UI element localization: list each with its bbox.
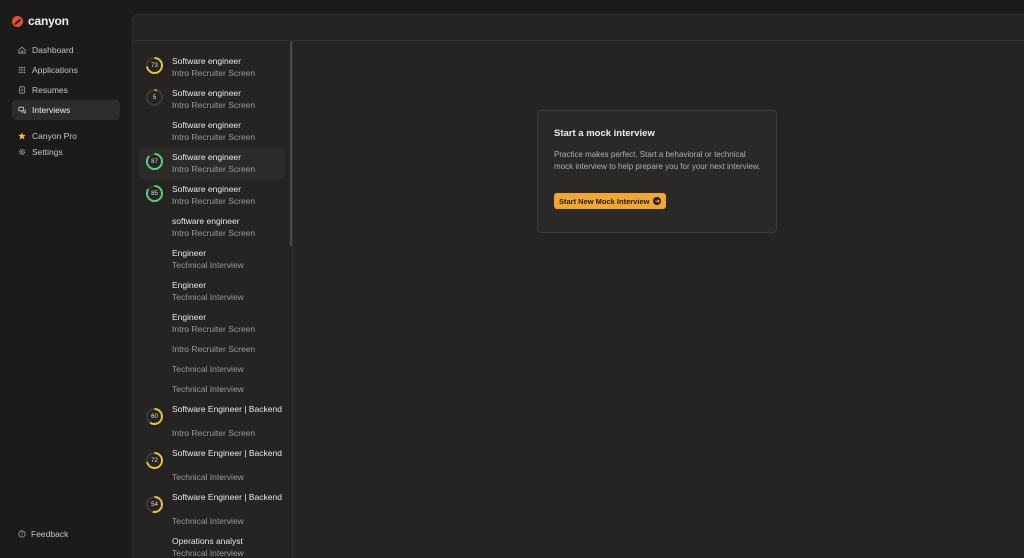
interview-type: Technical Interview <box>172 472 244 482</box>
score-value: 5 <box>148 91 161 104</box>
interview-title: Engineer <box>172 280 207 290</box>
score-ring: 72 <box>146 452 163 469</box>
interview-list-item[interactable]: 54 Software Engineer | Backend Technical I… <box>139 487 285 531</box>
star-icon <box>18 132 26 140</box>
canyon-logo-icon <box>12 15 23 27</box>
main-panel: 73 Software engineer Intro Recruiter Scree… <box>132 14 1024 558</box>
interview-title: Software engineer <box>172 184 241 194</box>
help-circle-icon: ? <box>18 530 26 538</box>
score-value: 72 <box>148 454 161 467</box>
feedback-link[interactable]: ? Feedback <box>18 529 68 539</box>
interview-list-item[interactable]: Engineer Intro Recruiter Screen <box>139 307 285 339</box>
interview-list-item[interactable]: software engineer Intro Recruiter Screen <box>139 211 285 243</box>
secondary-nav: Canyon Pro Settings <box>12 128 120 160</box>
card-description: Practice makes perfect. Start a behavior… <box>554 150 761 171</box>
interview-list-item[interactable]: Operations analyst Technical Interview <box>139 531 285 558</box>
feedback-label: Feedback <box>31 529 69 539</box>
document-icon <box>18 86 26 94</box>
score-ring: 73 <box>146 57 163 74</box>
score-ring: 85 <box>146 185 163 202</box>
interview-type: Technical Interview <box>172 292 244 302</box>
interview-type: Intro Recruiter Screen <box>172 132 256 142</box>
interview-title: Operations analyst <box>172 536 243 546</box>
interview-title: Software Engineer | Backend <box>172 448 282 458</box>
interview-type: Intro Recruiter Screen <box>172 196 256 206</box>
chat-icon <box>18 106 26 114</box>
interview-title: Software engineer <box>172 56 241 66</box>
mock-interview-card: Start a mock interview Practice makes pe… <box>537 110 777 233</box>
interview-title: Software engineer <box>172 120 241 130</box>
grid-icon <box>18 66 26 74</box>
sidebar-item-label: Applications <box>32 65 78 75</box>
interview-list-item[interactable]: Engineer Technical Interview <box>139 243 285 275</box>
score-ring: 54 <box>146 496 163 513</box>
interview-title: Engineer <box>172 248 207 258</box>
interview-title: Software engineer <box>172 88 241 98</box>
interview-type: Intro Recruiter Screen <box>172 428 256 438</box>
interview-title: Software engineer <box>172 152 241 162</box>
interview-list-item[interactable]: Intro Recruiter Screen <box>139 339 285 359</box>
interview-list-item[interactable]: Technical Interview <box>139 379 285 399</box>
score-value: 60 <box>148 410 161 423</box>
interview-type: Technical Interview <box>172 364 244 374</box>
sidebar-item-canyon-pro[interactable]: Canyon Pro <box>12 128 120 144</box>
interview-title: software engineer <box>172 216 240 226</box>
interview-type: Intro Recruiter Screen <box>172 164 256 174</box>
brand-name: canyon <box>28 14 69 28</box>
sidebar: canyon Dashboard Applications Resumes In… <box>0 0 132 558</box>
interview-list-item[interactable]: 72 Software Engineer | Backend Technical I… <box>139 443 285 487</box>
interview-type: Intro Recruiter Screen <box>172 344 256 354</box>
interview-title: Software Engineer | Backend <box>172 404 282 414</box>
interview-list[interactable]: 73 Software engineer Intro Recruiter Scree… <box>133 41 293 558</box>
sidebar-item-settings[interactable]: Settings <box>12 144 120 160</box>
sidebar-item-label: Settings <box>32 147 63 157</box>
interview-title: Software Engineer | Backend <box>172 492 282 502</box>
brand[interactable]: canyon <box>12 13 69 29</box>
score-value: 54 <box>148 498 161 511</box>
interview-list-item[interactable]: 87 Software engineer Intro Recruiter Scree… <box>139 147 285 179</box>
arrow-right-icon: ➔ <box>653 197 662 205</box>
score-ring: 87 <box>146 153 163 170</box>
interview-type: Technical Interview <box>172 384 244 394</box>
sidebar-item-label: Interviews <box>32 105 71 115</box>
sidebar-item-interviews[interactable]: Interviews <box>12 100 120 120</box>
interview-type: Intro Recruiter Screen <box>172 100 256 110</box>
score-ring: 60 <box>146 408 163 425</box>
interview-list-item[interactable]: 73 Software engineer Intro Recruiter Scree… <box>139 51 285 83</box>
gear-icon <box>18 148 26 156</box>
sidebar-item-label: Resumes <box>32 85 68 95</box>
start-mock-interview-button[interactable]: Start New Mock Interview ➔ <box>554 193 667 209</box>
interview-list-item[interactable]: Engineer Technical Interview <box>139 275 285 307</box>
main-nav: Dashboard Applications Resumes Interview… <box>12 40 120 120</box>
interview-list-item[interactable]: 5 Software engineer Intro Recruiter Screen <box>139 83 285 115</box>
sidebar-item-applications[interactable]: Applications <box>12 60 120 80</box>
interview-type: Intro Recruiter Screen <box>172 228 256 238</box>
main-header <box>133 15 1024 41</box>
interview-title: Engineer <box>172 312 207 322</box>
button-label: Start New Mock Interview <box>559 196 650 206</box>
list-scrollbar[interactable] <box>290 41 292 246</box>
interview-type: Technical Interview <box>172 260 244 270</box>
score-value: 87 <box>148 155 161 168</box>
score-value: 73 <box>148 59 161 72</box>
sidebar-item-resumes[interactable]: Resumes <box>12 80 120 100</box>
interview-type: Intro Recruiter Screen <box>172 68 256 78</box>
interview-type: Technical Interview <box>172 548 244 558</box>
sidebar-item-dashboard[interactable]: Dashboard <box>12 40 120 60</box>
interview-list-item[interactable]: 85 Software engineer Intro Recruiter Scree… <box>139 179 285 211</box>
interview-type: Intro Recruiter Screen <box>172 324 256 334</box>
card-title: Start a mock interview <box>554 128 655 139</box>
home-icon <box>18 46 26 54</box>
sidebar-item-label: Dashboard <box>32 45 74 55</box>
interview-list-item[interactable]: Software engineer Intro Recruiter Screen <box>139 115 285 147</box>
sidebar-item-label: Canyon Pro <box>32 131 77 141</box>
score-ring: 5 <box>146 89 163 106</box>
score-value: 85 <box>148 187 161 200</box>
interview-type: Technical Interview <box>172 516 244 526</box>
interview-list-item[interactable]: Technical Interview <box>139 359 285 379</box>
interview-list-item[interactable]: 60 Software Engineer | Backend Intro Recru… <box>139 399 285 443</box>
